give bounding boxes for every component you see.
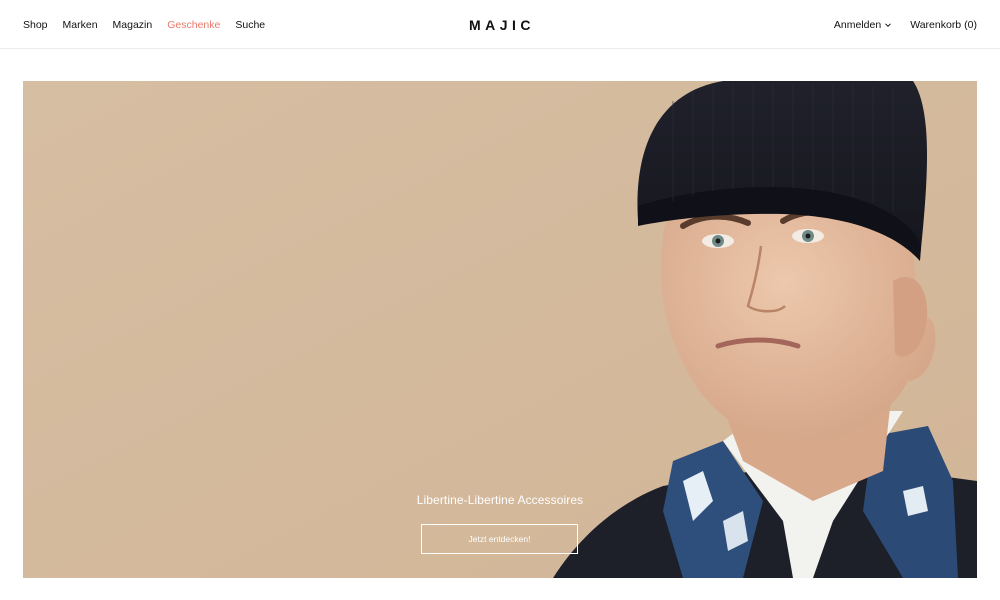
discover-button[interactable]: Jetzt entdecken! <box>421 524 578 554</box>
nav-geschenke[interactable]: Geschenke <box>167 19 220 31</box>
nav-shop[interactable]: Shop <box>23 19 48 31</box>
cart-link[interactable]: Warenkorb (0) <box>910 19 977 31</box>
site-header: Shop Marken Magazin Geschenke Suche MAJI… <box>0 0 1000 49</box>
nav-magazin[interactable]: Magazin <box>113 19 153 31</box>
site-logo[interactable]: MAJIC <box>465 17 535 33</box>
cart-label: Warenkorb <box>910 18 962 31</box>
login-label: Anmelden <box>833 18 882 31</box>
login-dropdown[interactable]: Anmelden <box>834 19 892 31</box>
hero-caption: Libertine-Libertine Accessoires <box>416 493 584 507</box>
chevron-down-icon <box>885 22 892 27</box>
main-nav: Shop Marken Magazin Geschenke Suche <box>23 0 265 49</box>
account-nav: Anmelden Warenkorb (0) <box>834 0 977 49</box>
nav-marken[interactable]: Marken <box>63 19 98 31</box>
hero-banner[interactable]: Libertine-Libertine Accessoires Jetzt en… <box>23 81 977 578</box>
cart-count: (0) <box>964 18 977 31</box>
nav-suche[interactable]: Suche <box>235 19 265 31</box>
